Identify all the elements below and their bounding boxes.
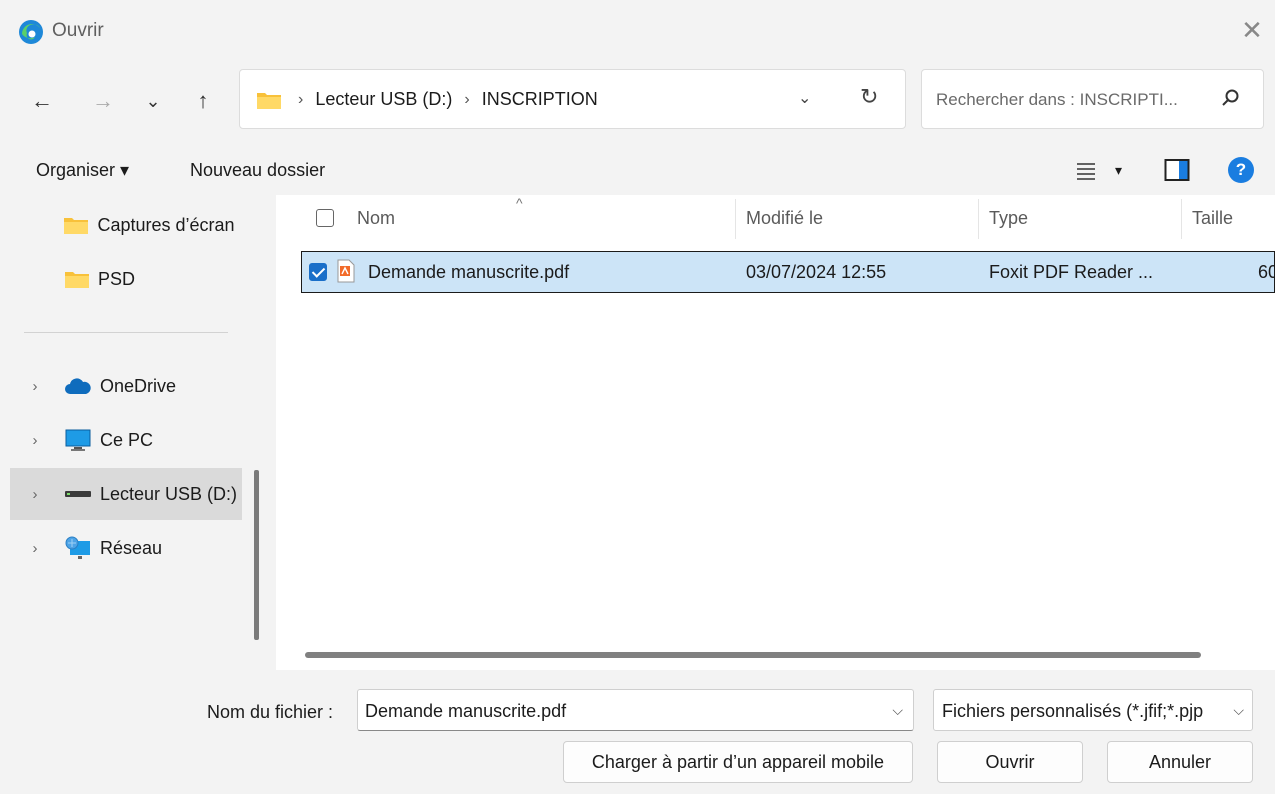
breadcrumb-drive[interactable]: Lecteur USB (D:) xyxy=(315,89,452,110)
filetype-value: Fichiers personnalisés (*.jfif;*.pjp xyxy=(942,701,1204,721)
view-options-caret[interactable]: ▾ xyxy=(1115,162,1122,179)
sidebar-item-onedrive[interactable]: › OneDrive xyxy=(10,360,242,412)
sidebar-item-label: Lecteur USB (D:) xyxy=(100,483,238,504)
view-list-icon[interactable] xyxy=(1075,161,1097,186)
column-modified[interactable]: Modifié le xyxy=(746,208,823,229)
help-button[interactable]: ? xyxy=(1228,157,1254,183)
sidebar-divider xyxy=(24,332,228,333)
recent-locations-button[interactable]: ⌄ xyxy=(138,86,168,116)
sidebar-item-captures[interactable]: Captures d’écran xyxy=(10,199,242,251)
sort-ascending-icon: ^ xyxy=(516,195,523,211)
expand-chevron-icon[interactable]: › xyxy=(10,486,60,503)
organize-menu[interactable]: Organiser ▾ xyxy=(36,160,129,181)
filetype-select[interactable]: Fichiers personnalisés (*.jfif;*.pjp ⌵ xyxy=(933,689,1253,731)
cancel-button[interactable]: Annuler xyxy=(1107,741,1253,783)
sidebar-item-label: OneDrive xyxy=(100,375,177,396)
filename-label: Nom du fichier : xyxy=(207,702,334,722)
column-header: ^ Nom Modifié le Type Taille xyxy=(276,195,1275,243)
sidebar-item-network[interactable]: › Réseau xyxy=(10,522,242,574)
column-divider[interactable] xyxy=(978,199,979,239)
sidebar-scrollbar[interactable] xyxy=(254,470,259,640)
folder-icon xyxy=(256,90,282,110)
column-name[interactable]: Nom xyxy=(357,208,395,229)
title-bar xyxy=(0,0,1275,62)
file-name: Demande manuscrite.pdf xyxy=(368,262,570,282)
sidebar-item-label: PSD xyxy=(98,268,136,289)
search-icon xyxy=(1218,86,1242,115)
filename-input[interactable]: Demande manuscrite.pdf xyxy=(365,701,566,722)
network-icon xyxy=(64,535,92,561)
file-list: ^ Nom Modifié le Type Taille Demande man… xyxy=(276,195,1275,670)
search-box[interactable]: Rechercher dans : INSCRIPTI... xyxy=(921,69,1264,129)
table-row[interactable]: Demande manuscrite.pdf 03/07/2024 12:55 … xyxy=(301,251,1275,293)
refresh-button[interactable]: ↻ xyxy=(860,84,878,110)
file-type: Foxit PDF Reader ... xyxy=(989,262,1154,282)
expand-chevron-icon[interactable]: › xyxy=(10,540,60,557)
sidebar-item-psd[interactable]: PSD xyxy=(10,253,242,305)
select-all-checkbox[interactable] xyxy=(316,209,334,232)
open-button[interactable]: Ouvrir xyxy=(937,741,1083,783)
open-file-dialog: Ouvrir ✕ ← → ⌄ ↑ › Lecteur USB (D:) › IN… xyxy=(0,0,1275,794)
breadcrumb-separator: › xyxy=(464,90,470,108)
sidebar-item-label: Réseau xyxy=(100,537,163,558)
expand-chevron-icon[interactable]: › xyxy=(10,378,60,395)
forward-button[interactable]: → xyxy=(88,86,118,116)
usb-drive-icon xyxy=(64,488,92,500)
new-folder-button[interactable]: Nouveau dossier xyxy=(190,160,325,181)
filename-combobox[interactable]: Demande manuscrite.pdf ⌵ xyxy=(357,689,914,731)
expand-chevron-icon[interactable]: › xyxy=(10,432,60,449)
chevron-down-icon[interactable]: ⌵ xyxy=(1229,702,1244,719)
row-checkbox[interactable] xyxy=(309,263,327,286)
edge-logo-icon xyxy=(18,19,44,50)
column-type[interactable]: Type xyxy=(989,208,1028,229)
sidebar-item-usb-drive[interactable]: › Lecteur USB (D:) xyxy=(10,468,242,520)
breadcrumb-separator: › xyxy=(298,90,304,108)
preview-pane-icon[interactable] xyxy=(1164,158,1190,187)
horizontal-scrollbar[interactable] xyxy=(305,652,1201,658)
folder-icon xyxy=(63,215,89,235)
search-input[interactable]: Rechercher dans : INSCRIPTI... xyxy=(936,90,1178,110)
address-bar[interactable]: › Lecteur USB (D:) › INSCRIPTION ⌄ ↻ xyxy=(239,69,906,129)
monitor-icon xyxy=(64,428,92,452)
pdf-file-icon xyxy=(336,259,356,288)
file-size: 60 xyxy=(1258,262,1275,282)
sidebar-item-this-pc[interactable]: › Ce PC xyxy=(10,414,242,466)
breadcrumb-folder[interactable]: INSCRIPTION xyxy=(482,89,598,110)
navigation-pane: Captures d’écran PSD › OneDrive › Ce PC … xyxy=(10,195,242,670)
file-modified: 03/07/2024 12:55 xyxy=(746,262,887,282)
column-size[interactable]: Taille xyxy=(1192,208,1233,229)
close-button[interactable]: ✕ xyxy=(1238,16,1266,44)
window-title: Ouvrir xyxy=(52,20,104,41)
back-button[interactable]: ← xyxy=(27,86,57,116)
folder-icon xyxy=(64,269,90,289)
address-history-chevron-icon[interactable]: ⌄ xyxy=(798,88,811,108)
chevron-down-icon[interactable]: ⌵ xyxy=(892,702,903,719)
sidebar-item-label: Ce PC xyxy=(100,429,154,450)
column-divider[interactable] xyxy=(1181,199,1182,239)
cloud-icon xyxy=(64,377,92,395)
up-button[interactable]: ↑ xyxy=(188,86,218,116)
sidebar-item-label: Captures d’écran xyxy=(97,214,235,235)
upload-from-mobile-button[interactable]: Charger à partir d’un appareil mobile xyxy=(563,741,913,783)
column-divider[interactable] xyxy=(735,199,736,239)
